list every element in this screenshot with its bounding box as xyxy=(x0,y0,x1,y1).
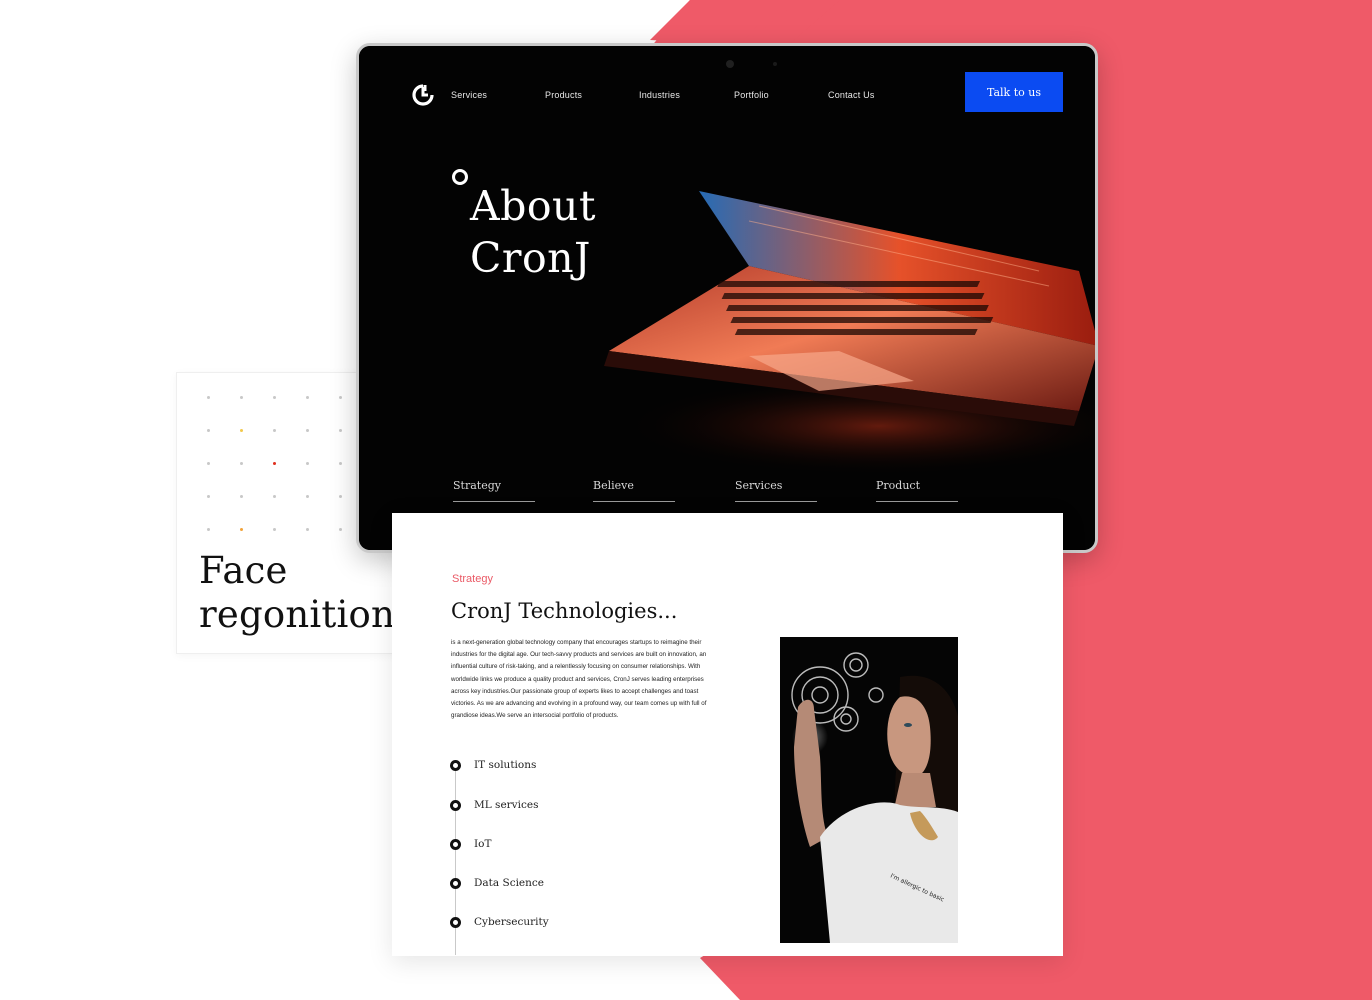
nav-products[interactable]: Products xyxy=(545,90,582,100)
hero-title: About CronJ xyxy=(470,180,596,284)
tablet-device-frame: Services Products Industries Portfolio C… xyxy=(356,43,1098,553)
sensor-icon xyxy=(773,62,777,66)
grid-dot xyxy=(273,462,276,465)
grid-dot xyxy=(306,396,309,399)
hero-title-line2: CronJ xyxy=(470,234,591,282)
grid-dot xyxy=(207,429,210,432)
hero-title-line1: About xyxy=(470,182,596,230)
tab-label: Strategy xyxy=(453,479,501,492)
tab-label: Believe xyxy=(593,479,634,492)
grid-dot xyxy=(240,396,243,399)
grid-dot xyxy=(306,528,309,531)
feature-label: ML services xyxy=(474,799,539,811)
grid-dot xyxy=(339,495,342,498)
feature-label: Cybersecurity xyxy=(474,916,549,928)
feature-item-ml-services[interactable]: ML services xyxy=(450,797,538,813)
feature-label: Data Science xyxy=(474,877,544,889)
grid-dot xyxy=(207,396,210,399)
tab-services[interactable]: Services xyxy=(735,476,817,502)
grid-dot xyxy=(273,528,276,531)
grid-dot xyxy=(339,462,342,465)
grid-dot xyxy=(207,528,210,531)
grid-dot xyxy=(273,429,276,432)
bullet-ring-icon xyxy=(450,838,461,850)
grid-dot xyxy=(207,462,210,465)
grid-dot xyxy=(306,495,309,498)
nav-industries[interactable]: Industries xyxy=(639,90,680,100)
tab-believe[interactable]: Believe xyxy=(593,476,675,502)
grid-dot xyxy=(339,396,342,399)
talk-to-us-button[interactable]: Talk to us xyxy=(965,72,1063,112)
grid-dot xyxy=(240,528,243,531)
feature-item-iot[interactable]: IoT xyxy=(450,836,491,852)
hologram-portrait-image: I'm allergic to basic xyxy=(780,637,958,943)
nav-portfolio[interactable]: Portfolio xyxy=(734,90,769,100)
bullet-ring-icon xyxy=(450,877,461,889)
face-title-line2: regonition xyxy=(199,593,396,636)
grid-dot xyxy=(273,396,276,399)
section-eyebrow: Strategy xyxy=(452,573,493,585)
feature-item-it-solutions[interactable]: IT solutions xyxy=(450,757,536,773)
bullet-ring-icon xyxy=(450,799,461,811)
nav-contact-us[interactable]: Contact Us xyxy=(828,90,875,100)
face-title-line1: Face xyxy=(199,549,288,592)
grid-dot xyxy=(306,429,309,432)
feature-item-data-science[interactable]: Data Science xyxy=(450,875,544,891)
feature-label: IoT xyxy=(474,838,492,850)
grid-dot xyxy=(207,495,210,498)
tab-label: Product xyxy=(876,479,920,492)
grid-dot xyxy=(339,429,342,432)
cronj-logo-icon[interactable] xyxy=(411,83,435,107)
tab-product[interactable]: Product xyxy=(876,476,958,502)
section-body: is a next-generation global technology c… xyxy=(451,639,707,720)
camera-icon xyxy=(726,60,734,68)
hero-ring-icon xyxy=(452,169,468,185)
grid-dot xyxy=(240,495,243,498)
grid-dot xyxy=(306,462,309,465)
feature-label: IT solutions xyxy=(474,759,537,771)
bullet-ring-icon xyxy=(450,759,461,771)
grid-dot xyxy=(273,495,276,498)
tablet-screen: Services Products Industries Portfolio C… xyxy=(359,46,1095,550)
section-title: CronJ Technologies... xyxy=(451,599,678,623)
laptop-hero-image xyxy=(604,191,1095,476)
tab-strategy[interactable]: Strategy xyxy=(453,476,535,502)
tab-label: Services xyxy=(735,479,783,492)
grid-dot xyxy=(240,462,243,465)
face-recognition-title: Face regonition xyxy=(199,549,395,637)
nav-services[interactable]: Services xyxy=(451,90,487,100)
grid-dot xyxy=(339,528,342,531)
grid-dot xyxy=(240,429,243,432)
feature-item-cybersecurity[interactable]: Cybersecurity xyxy=(450,914,549,930)
bullet-ring-icon xyxy=(450,916,461,928)
strategy-content-panel: Strategy CronJ Technologies... is a next… xyxy=(392,513,1063,956)
